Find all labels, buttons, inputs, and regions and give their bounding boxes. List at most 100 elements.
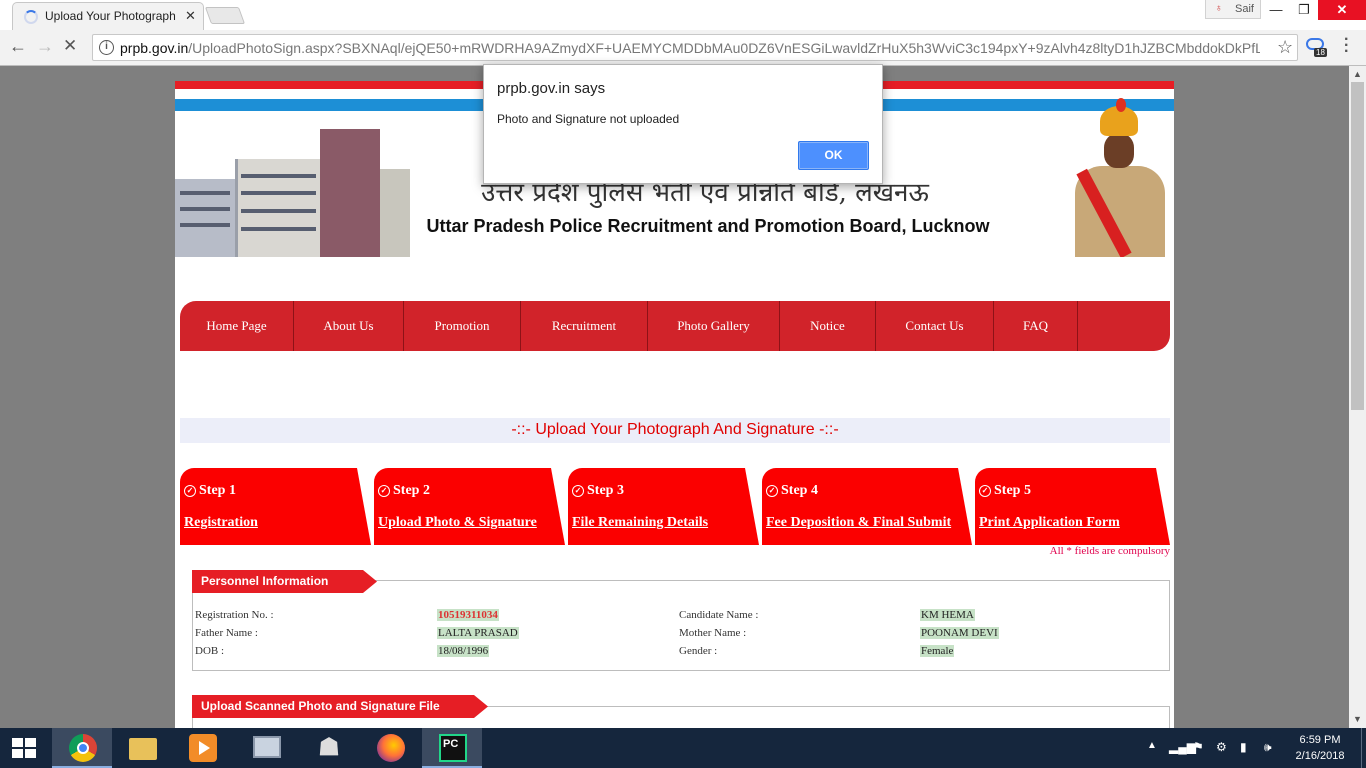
taskbar-monitor-app[interactable]: [236, 728, 296, 768]
monitor-icon: [253, 736, 281, 758]
taskbar-pycharm[interactable]: PC: [422, 728, 482, 768]
mother-name-label: Mother Name :: [679, 627, 747, 639]
page-scrollbar[interactable]: ▲ ▼: [1349, 66, 1366, 728]
tab-title: Upload Your Photograph: [45, 9, 176, 23]
counter-strike-icon: ☗: [318, 734, 340, 761]
step-number: Step 5: [994, 483, 1031, 498]
step-4: ✓ Step 4 Fee Deposition & Final Submit: [762, 468, 972, 545]
check-circle-icon: ✓: [572, 485, 584, 497]
step-link-registration[interactable]: Registration: [184, 515, 258, 531]
taskbar-firefox[interactable]: [360, 728, 420, 768]
step-5: ✓ Step 5 Print Application Form: [975, 468, 1170, 545]
bookmark-star-icon[interactable]: ☆: [1277, 37, 1293, 58]
stop-loading-icon[interactable]: ✕: [63, 36, 77, 56]
nav-contact-us[interactable]: Contact Us: [876, 301, 994, 351]
dialog-title: prpb.gov.in says: [497, 80, 606, 97]
step-number: Step 2: [393, 483, 430, 498]
candidate-name-label: Candidate Name :: [679, 609, 759, 621]
address-bar[interactable]: i prpb.gov.in/UploadPhotoSign.aspx?SBXNA…: [92, 34, 1298, 61]
maximize-button[interactable]: ❐: [1290, 0, 1318, 20]
clock-date: 2/16/2018: [1295, 750, 1345, 762]
media-player-icon: [189, 734, 217, 762]
nav-recruitment[interactable]: Recruitment: [521, 301, 648, 351]
pycharm-icon: PC: [439, 734, 467, 762]
profile-button[interactable]: ♁ Saif: [1205, 0, 1261, 19]
loading-spinner-icon: [24, 10, 38, 24]
personnel-section: Registration No. : 10519311034 Candidate…: [192, 580, 1170, 671]
settings-icon[interactable]: ⚙: [1216, 740, 1227, 754]
taskbar-file-explorer[interactable]: [112, 728, 172, 768]
battery-icon[interactable]: ▮: [1240, 740, 1247, 754]
profile-icon: ♁: [1215, 3, 1223, 14]
show-desktop-button[interactable]: [1361, 728, 1366, 768]
flag-icon[interactable]: ⚑: [1193, 740, 1204, 754]
reg-no-label: Registration No. :: [195, 609, 274, 621]
alert-dialog: prpb.gov.in says Photo and Signature not…: [483, 64, 883, 184]
check-circle-icon: ✓: [979, 485, 991, 497]
step-link-print[interactable]: Print Application Form: [979, 515, 1120, 531]
step-link-upload[interactable]: Upload Photo & Signature: [378, 515, 537, 531]
taskbar-chrome[interactable]: [52, 728, 112, 768]
chrome-icon: [69, 734, 97, 762]
close-window-button[interactable]: ✕: [1318, 0, 1366, 20]
check-circle-icon: ✓: [378, 485, 390, 497]
browser-toolbar: ← → ✕ i prpb.gov.in/UploadPhotoSign.aspx…: [0, 30, 1366, 66]
step-link-details[interactable]: File Remaining Details: [572, 515, 708, 531]
scroll-down-icon[interactable]: ▼: [1353, 714, 1362, 724]
english-title: Uttar Pradesh Police Recruitment and Pro…: [426, 216, 990, 236]
nav-photo-gallery[interactable]: Photo Gallery: [648, 301, 780, 351]
dob-value: 18/08/1996: [437, 645, 490, 657]
father-name-value: LALTA PRASAD: [437, 627, 519, 639]
browser-menu-icon[interactable]: · · ·: [1344, 32, 1349, 60]
check-circle-icon: ✓: [766, 485, 778, 497]
site-info-icon[interactable]: i: [99, 40, 114, 55]
nav-faq[interactable]: FAQ: [994, 301, 1078, 351]
forward-arrow-icon[interactable]: →: [36, 36, 54, 57]
new-tab-button[interactable]: [204, 7, 246, 24]
step-2: ✓ Step 2 Upload Photo & Signature: [374, 468, 565, 545]
nav-promotion[interactable]: Promotion: [404, 301, 521, 351]
back-arrow-icon[interactable]: ←: [9, 36, 27, 57]
step-link-fee[interactable]: Fee Deposition & Final Submit: [766, 515, 951, 531]
nav-home[interactable]: Home Page: [180, 301, 294, 351]
father-name-label: Father Name :: [195, 627, 258, 639]
step-number: Step 4: [781, 483, 818, 498]
step-number: Step 3: [587, 483, 624, 498]
candidate-name-value: KM HEMA: [920, 609, 975, 621]
system-clock[interactable]: 6:59 PM 2/16/2018: [1290, 732, 1350, 764]
content-area: -::- Upload Your Photograph And Signatur…: [175, 368, 1174, 728]
page-heading: -::- Upload Your Photograph And Signatur…: [180, 418, 1170, 443]
start-button[interactable]: [0, 728, 52, 768]
personnel-section-title: Personnel Information: [192, 570, 377, 593]
ok-button[interactable]: OK: [798, 141, 869, 170]
main-nav: Home Page About Us Promotion Recruitment…: [180, 301, 1170, 351]
compulsory-note: All * fields are compulsory: [1049, 545, 1170, 557]
network-icon[interactable]: ▂▄▆: [1169, 740, 1196, 754]
step-number: Step 1: [199, 483, 236, 498]
nav-about-us[interactable]: About Us: [294, 301, 404, 351]
folder-icon: [129, 738, 157, 760]
taskbar-media-player[interactable]: [172, 728, 232, 768]
extension-button[interactable]: 18: [1306, 38, 1328, 58]
taskbar-game[interactable]: ☗: [298, 728, 358, 768]
scroll-up-icon[interactable]: ▲: [1353, 69, 1362, 79]
gender-label: Gender :: [679, 645, 718, 657]
scrollbar-thumb[interactable]: [1351, 82, 1364, 410]
browser-tab[interactable]: Upload Your Photograph ✕: [12, 2, 204, 30]
volume-icon[interactable]: 🕪: [1264, 740, 1272, 755]
minimize-button[interactable]: —: [1262, 0, 1290, 20]
tray-overflow-icon[interactable]: ▲: [1147, 740, 1157, 751]
check-circle-icon: ✓: [184, 485, 196, 497]
extension-badge: 18: [1314, 48, 1327, 57]
taskbar: ☗ PC ▲ ▂▄▆ ⚑ ⚙ ▮ 🕪 6:59 PM 2/16/2018: [0, 728, 1366, 768]
windows-logo-icon: [12, 738, 36, 758]
upload-section-title: Upload Scanned Photo and Signature File: [192, 695, 488, 718]
dob-label: DOB :: [195, 645, 225, 657]
dialog-message: Photo and Signature not uploaded: [497, 112, 680, 126]
nav-notice[interactable]: Notice: [780, 301, 876, 351]
clock-time: 6:59 PM: [1299, 734, 1341, 746]
tab-close-icon[interactable]: ✕: [185, 8, 196, 24]
gender-value: Female: [920, 645, 955, 657]
firefox-icon: [377, 734, 405, 762]
step-3: ✓ Step 3 File Remaining Details: [568, 468, 759, 545]
